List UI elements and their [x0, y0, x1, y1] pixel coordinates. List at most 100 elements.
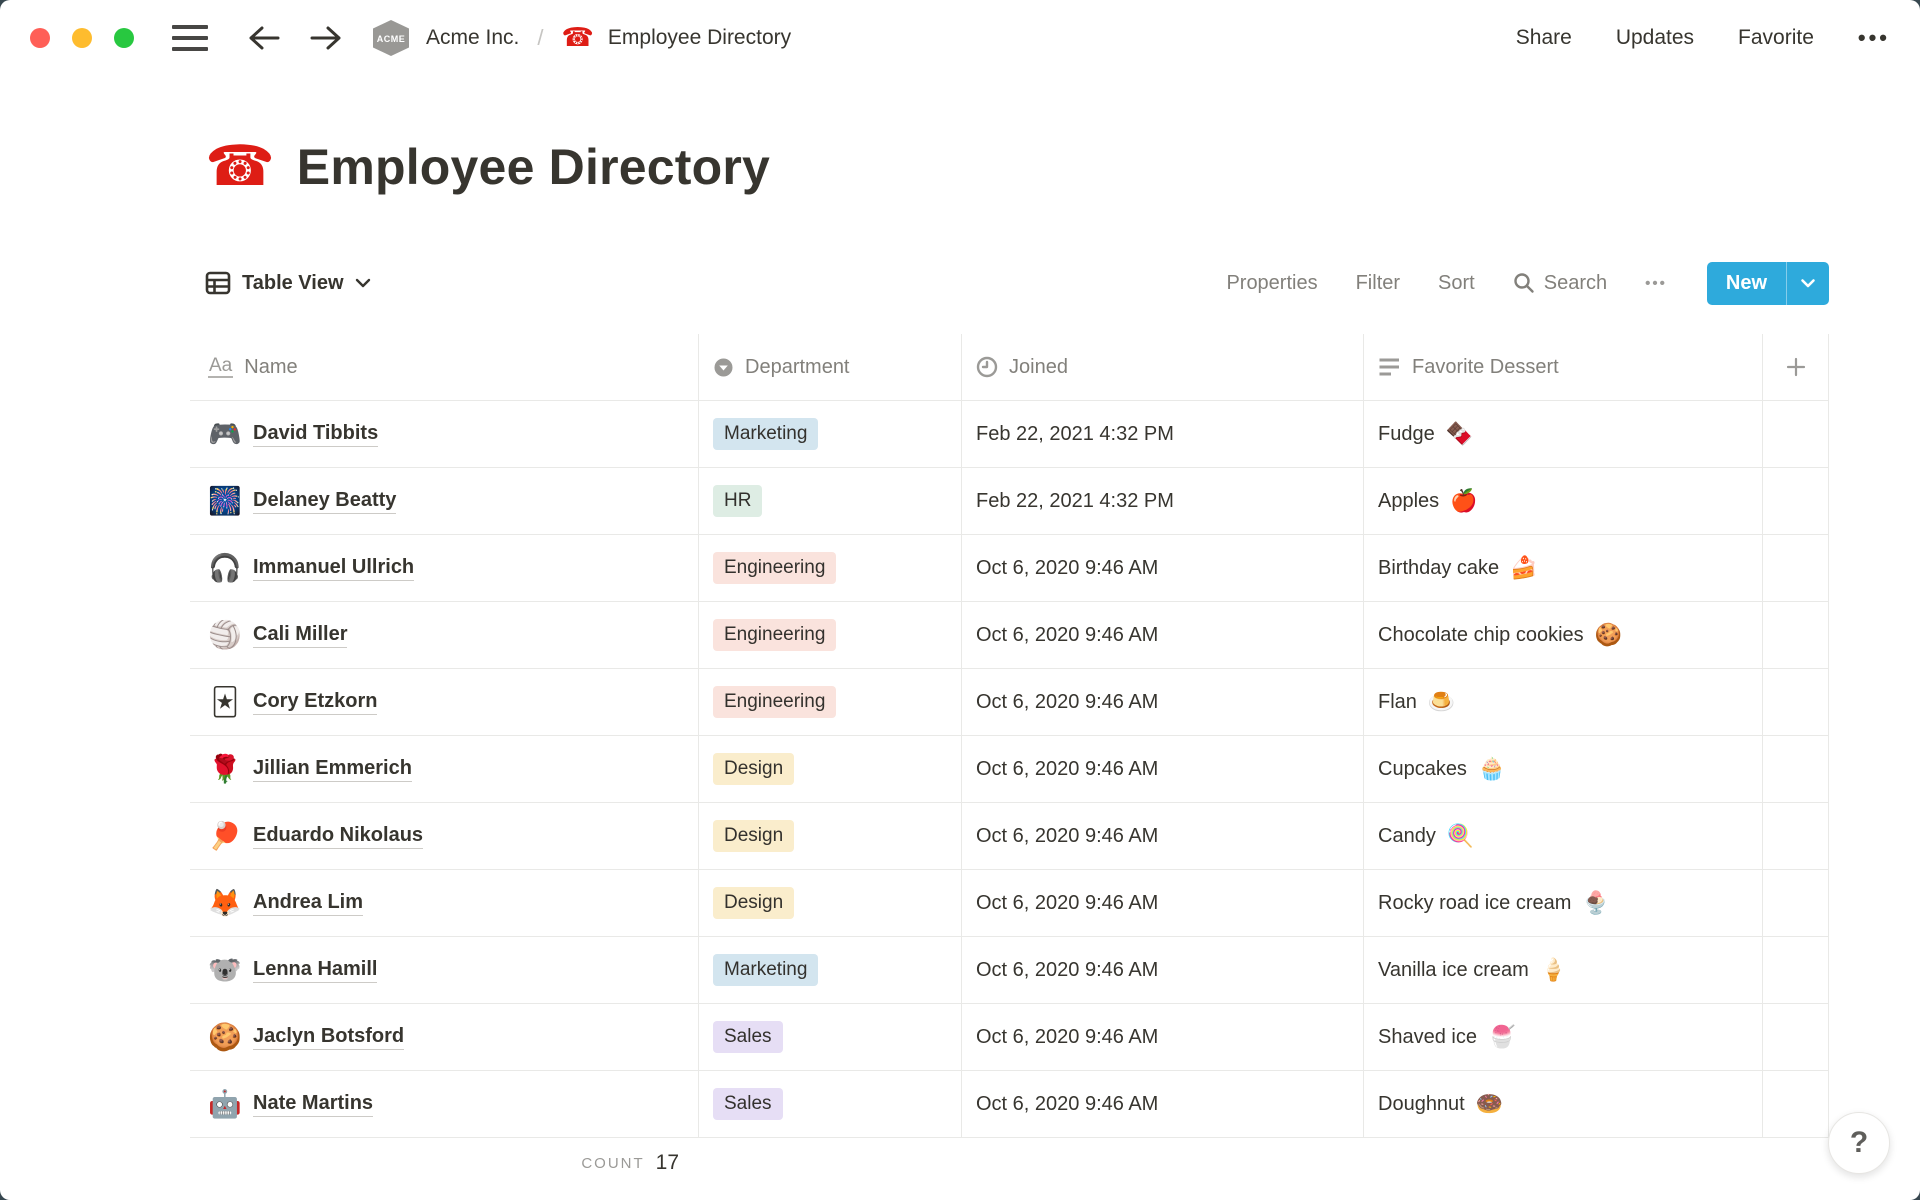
- department-cell[interactable]: Sales: [699, 1071, 962, 1137]
- row-add-cell: [1763, 669, 1829, 735]
- dessert-cell[interactable]: Rocky road ice cream🍨: [1364, 870, 1763, 936]
- properties-button[interactable]: Properties: [1226, 272, 1317, 295]
- column-header-department[interactable]: Department: [699, 334, 962, 400]
- dessert-text: Fudge: [1378, 423, 1435, 446]
- page-link[interactable]: Jaclyn Botsford: [253, 1025, 404, 1050]
- joined-cell[interactable]: Oct 6, 2020 9:46 AM: [962, 1071, 1364, 1137]
- page-link[interactable]: Immanuel Ullrich: [253, 556, 414, 581]
- share-button[interactable]: Share: [1516, 26, 1572, 50]
- page-link[interactable]: Andrea Lim: [253, 891, 363, 916]
- name-cell[interactable]: 🏓Eduardo Nikolaus: [190, 803, 699, 869]
- dessert-emoji: 🍩: [1476, 1092, 1503, 1117]
- column-header-joined[interactable]: Joined: [962, 334, 1364, 400]
- column-header-label: Name: [244, 356, 297, 379]
- text-property-icon: Aa: [208, 356, 233, 378]
- joined-cell[interactable]: Oct 6, 2020 9:46 AM: [962, 602, 1364, 668]
- dessert-cell[interactable]: Cupcakes🧁: [1364, 736, 1763, 802]
- department-cell[interactable]: Design: [699, 870, 962, 936]
- view-more-icon[interactable]: •••: [1645, 275, 1667, 292]
- dessert-cell[interactable]: Flan🍮: [1364, 669, 1763, 735]
- top-bar: ACME Acme Inc. / ☎ Employee Directory Sh…: [0, 0, 1920, 76]
- joined-cell[interactable]: Oct 6, 2020 9:46 AM: [962, 736, 1364, 802]
- joined-cell[interactable]: Oct 6, 2020 9:46 AM: [962, 1004, 1364, 1070]
- table-row: 🌹Jillian EmmerichDesignOct 6, 2020 9:46 …: [190, 736, 1829, 803]
- back-button[interactable]: [246, 23, 282, 53]
- more-options-icon[interactable]: •••: [1858, 25, 1890, 51]
- breadcrumb-page[interactable]: Employee Directory: [608, 26, 791, 50]
- department-cell[interactable]: Engineering: [699, 535, 962, 601]
- view-switcher[interactable]: Table View: [205, 270, 371, 296]
- joined-cell[interactable]: Oct 6, 2020 9:46 AM: [962, 669, 1364, 735]
- favorite-button[interactable]: Favorite: [1738, 26, 1814, 50]
- name-cell[interactable]: 🤖Nate Martins: [190, 1071, 699, 1137]
- page-link[interactable]: Delaney Beatty: [253, 489, 396, 514]
- table-view-icon: [205, 270, 231, 296]
- table-row: 🃏Cory EtzkornEngineeringOct 6, 2020 9:46…: [190, 669, 1829, 736]
- sort-button[interactable]: Sort: [1438, 272, 1475, 295]
- name-cell[interactable]: 🃏Cory Etzkorn: [190, 669, 699, 735]
- new-button[interactable]: New: [1707, 262, 1829, 305]
- minimize-window-button[interactable]: [72, 28, 92, 48]
- department-cell[interactable]: Marketing: [699, 937, 962, 1003]
- department-tag: Engineering: [713, 552, 836, 584]
- joined-cell[interactable]: Feb 22, 2021 4:32 PM: [962, 401, 1364, 467]
- name-cell[interactable]: 🦊Andrea Lim: [190, 870, 699, 936]
- page-link[interactable]: Lenna Hamill: [253, 958, 377, 983]
- department-cell[interactable]: Sales: [699, 1004, 962, 1070]
- department-cell[interactable]: Design: [699, 736, 962, 802]
- dessert-cell[interactable]: Birthday cake🍰: [1364, 535, 1763, 601]
- name-cell[interactable]: 🌹Jillian Emmerich: [190, 736, 699, 802]
- name-cell[interactable]: 🐨Lenna Hamill: [190, 937, 699, 1003]
- dessert-cell[interactable]: Chocolate chip cookies🍪: [1364, 602, 1763, 668]
- dessert-text: Vanilla ice cream: [1378, 959, 1529, 982]
- dessert-cell[interactable]: Candy🍭: [1364, 803, 1763, 869]
- sidebar-menu-icon[interactable]: [172, 25, 208, 51]
- dessert-cell[interactable]: Apples🍎: [1364, 468, 1763, 534]
- page-link[interactable]: Eduardo Nikolaus: [253, 824, 423, 849]
- workspace-logo[interactable]: ACME: [370, 19, 412, 57]
- dessert-emoji: 🍨: [1582, 891, 1609, 916]
- column-header-name[interactable]: Aa Name: [190, 334, 699, 400]
- breadcrumb-workspace[interactable]: Acme Inc.: [426, 26, 519, 50]
- department-cell[interactable]: HR: [699, 468, 962, 534]
- joined-cell[interactable]: Feb 22, 2021 4:32 PM: [962, 468, 1364, 534]
- column-header-favorite-dessert[interactable]: Favorite Dessert: [1364, 334, 1763, 400]
- page-link[interactable]: Cory Etzkorn: [253, 690, 377, 715]
- name-cell[interactable]: 🎮David Tibbits: [190, 401, 699, 467]
- help-button[interactable]: ?: [1828, 1112, 1890, 1174]
- page-link[interactable]: Cali Miller: [253, 623, 347, 648]
- dessert-cell[interactable]: Shaved ice🍧: [1364, 1004, 1763, 1070]
- joined-cell[interactable]: Oct 6, 2020 9:46 AM: [962, 870, 1364, 936]
- name-cell[interactable]: 🎆Delaney Beatty: [190, 468, 699, 534]
- filter-button[interactable]: Filter: [1356, 272, 1400, 295]
- forward-button[interactable]: [308, 23, 344, 53]
- page-link[interactable]: Jillian Emmerich: [253, 757, 412, 782]
- close-window-button[interactable]: [30, 28, 50, 48]
- dessert-cell[interactable]: Doughnut🍩: [1364, 1071, 1763, 1137]
- row-add-cell: [1763, 937, 1829, 1003]
- joined-cell[interactable]: Oct 6, 2020 9:46 AM: [962, 803, 1364, 869]
- date-property-icon: [976, 356, 998, 378]
- dessert-cell[interactable]: Fudge🍫: [1364, 401, 1763, 467]
- name-cell[interactable]: 🏐Cali Miller: [190, 602, 699, 668]
- calculation-row[interactable]: COUNT 17: [190, 1138, 699, 1188]
- updates-button[interactable]: Updates: [1616, 26, 1694, 50]
- joined-cell[interactable]: Oct 6, 2020 9:46 AM: [962, 535, 1364, 601]
- joined-cell[interactable]: Oct 6, 2020 9:46 AM: [962, 937, 1364, 1003]
- page-link[interactable]: David Tibbits: [253, 422, 378, 447]
- department-cell[interactable]: Marketing: [699, 401, 962, 467]
- add-column-button[interactable]: [1763, 334, 1829, 400]
- department-cell[interactable]: Engineering: [699, 602, 962, 668]
- name-cell[interactable]: 🎧Immanuel Ullrich: [190, 535, 699, 601]
- dessert-cell[interactable]: Vanilla ice cream🍦: [1364, 937, 1763, 1003]
- page-link[interactable]: Nate Martins: [253, 1092, 373, 1117]
- search-button[interactable]: Search: [1513, 272, 1607, 295]
- new-button-label[interactable]: New: [1707, 262, 1786, 305]
- name-cell[interactable]: 🍪Jaclyn Botsford: [190, 1004, 699, 1070]
- column-header-label: Department: [745, 356, 850, 379]
- department-cell[interactable]: Engineering: [699, 669, 962, 735]
- new-button-chevron-icon[interactable]: [1786, 262, 1829, 305]
- department-cell[interactable]: Design: [699, 803, 962, 869]
- page-title-icon[interactable]: ☎: [205, 139, 275, 195]
- zoom-window-button[interactable]: [114, 28, 134, 48]
